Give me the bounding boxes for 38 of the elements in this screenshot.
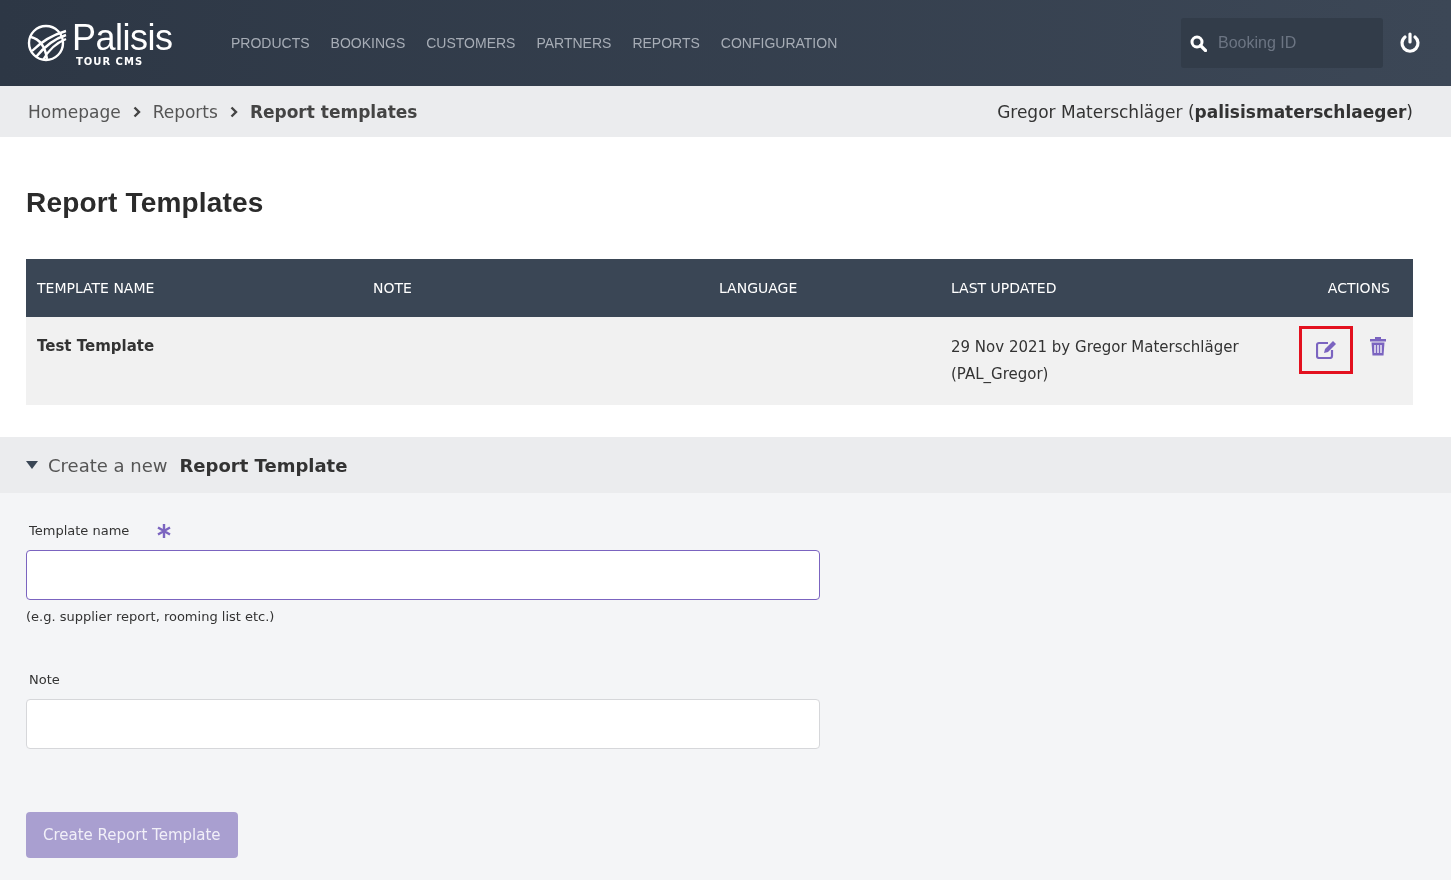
breadcrumb-link[interactable]: Homepage xyxy=(28,101,121,122)
power-button[interactable] xyxy=(1399,32,1421,54)
nav-link[interactable]: PARTNERS xyxy=(536,35,612,51)
column-header: NOTE xyxy=(362,259,708,317)
section-title: Report Template xyxy=(179,454,348,476)
user-name: Gregor Materschläger (palisismaterschlaeger) xyxy=(997,101,1413,122)
chevron-icon xyxy=(132,105,141,118)
field-label: Note xyxy=(29,672,60,687)
section-title-prefix: Create a new xyxy=(48,454,168,476)
nav-link[interactable]: REPORTS xyxy=(632,35,700,51)
column-header: ACTIONS xyxy=(1263,259,1413,317)
nav-link[interactable]: BOOKINGS xyxy=(330,35,406,51)
globe-logo-icon xyxy=(26,23,68,63)
table-cell-text: Test Template xyxy=(36,336,156,357)
column-header: TEMPLATE NAME xyxy=(26,259,362,317)
logo-text: Palisis xyxy=(72,19,173,56)
column-header: LAST UPDATED xyxy=(940,259,1263,317)
caret-icon xyxy=(26,461,38,469)
nav-link[interactable]: CONFIGURATION xyxy=(720,35,838,51)
nav-link[interactable]: CUSTOMERS xyxy=(426,35,516,51)
column-header: LANGUAGE xyxy=(708,259,940,317)
logo-subtitle: TOUR CMS xyxy=(76,55,145,67)
chevron-icon xyxy=(229,105,238,118)
table-cell-text: 29 Nov 2021 by Gregor Materschläger (PAL_Gregor) xyxy=(950,337,1240,385)
field-hint: (e.g. supplier report, rooming list etc.) xyxy=(26,609,276,624)
breadcrumb-link[interactable]: Reports xyxy=(152,101,218,122)
edit-icon xyxy=(1316,341,1336,359)
power-icon xyxy=(1399,32,1421,54)
edit-button[interactable] xyxy=(1299,326,1353,374)
page-title: Report Templates xyxy=(26,187,265,219)
collapse-toggle[interactable] xyxy=(26,461,38,469)
search-icon xyxy=(1190,35,1207,52)
breadcrumb-link[interactable]: Report templates xyxy=(249,101,418,122)
text-input-field[interactable] xyxy=(26,550,820,600)
field-label: Template name xyxy=(29,523,130,538)
nav-link[interactable]: PRODUCTS xyxy=(231,35,310,51)
booking-search-field[interactable]: Booking ID xyxy=(1181,18,1383,68)
trash-icon xyxy=(1370,336,1386,356)
